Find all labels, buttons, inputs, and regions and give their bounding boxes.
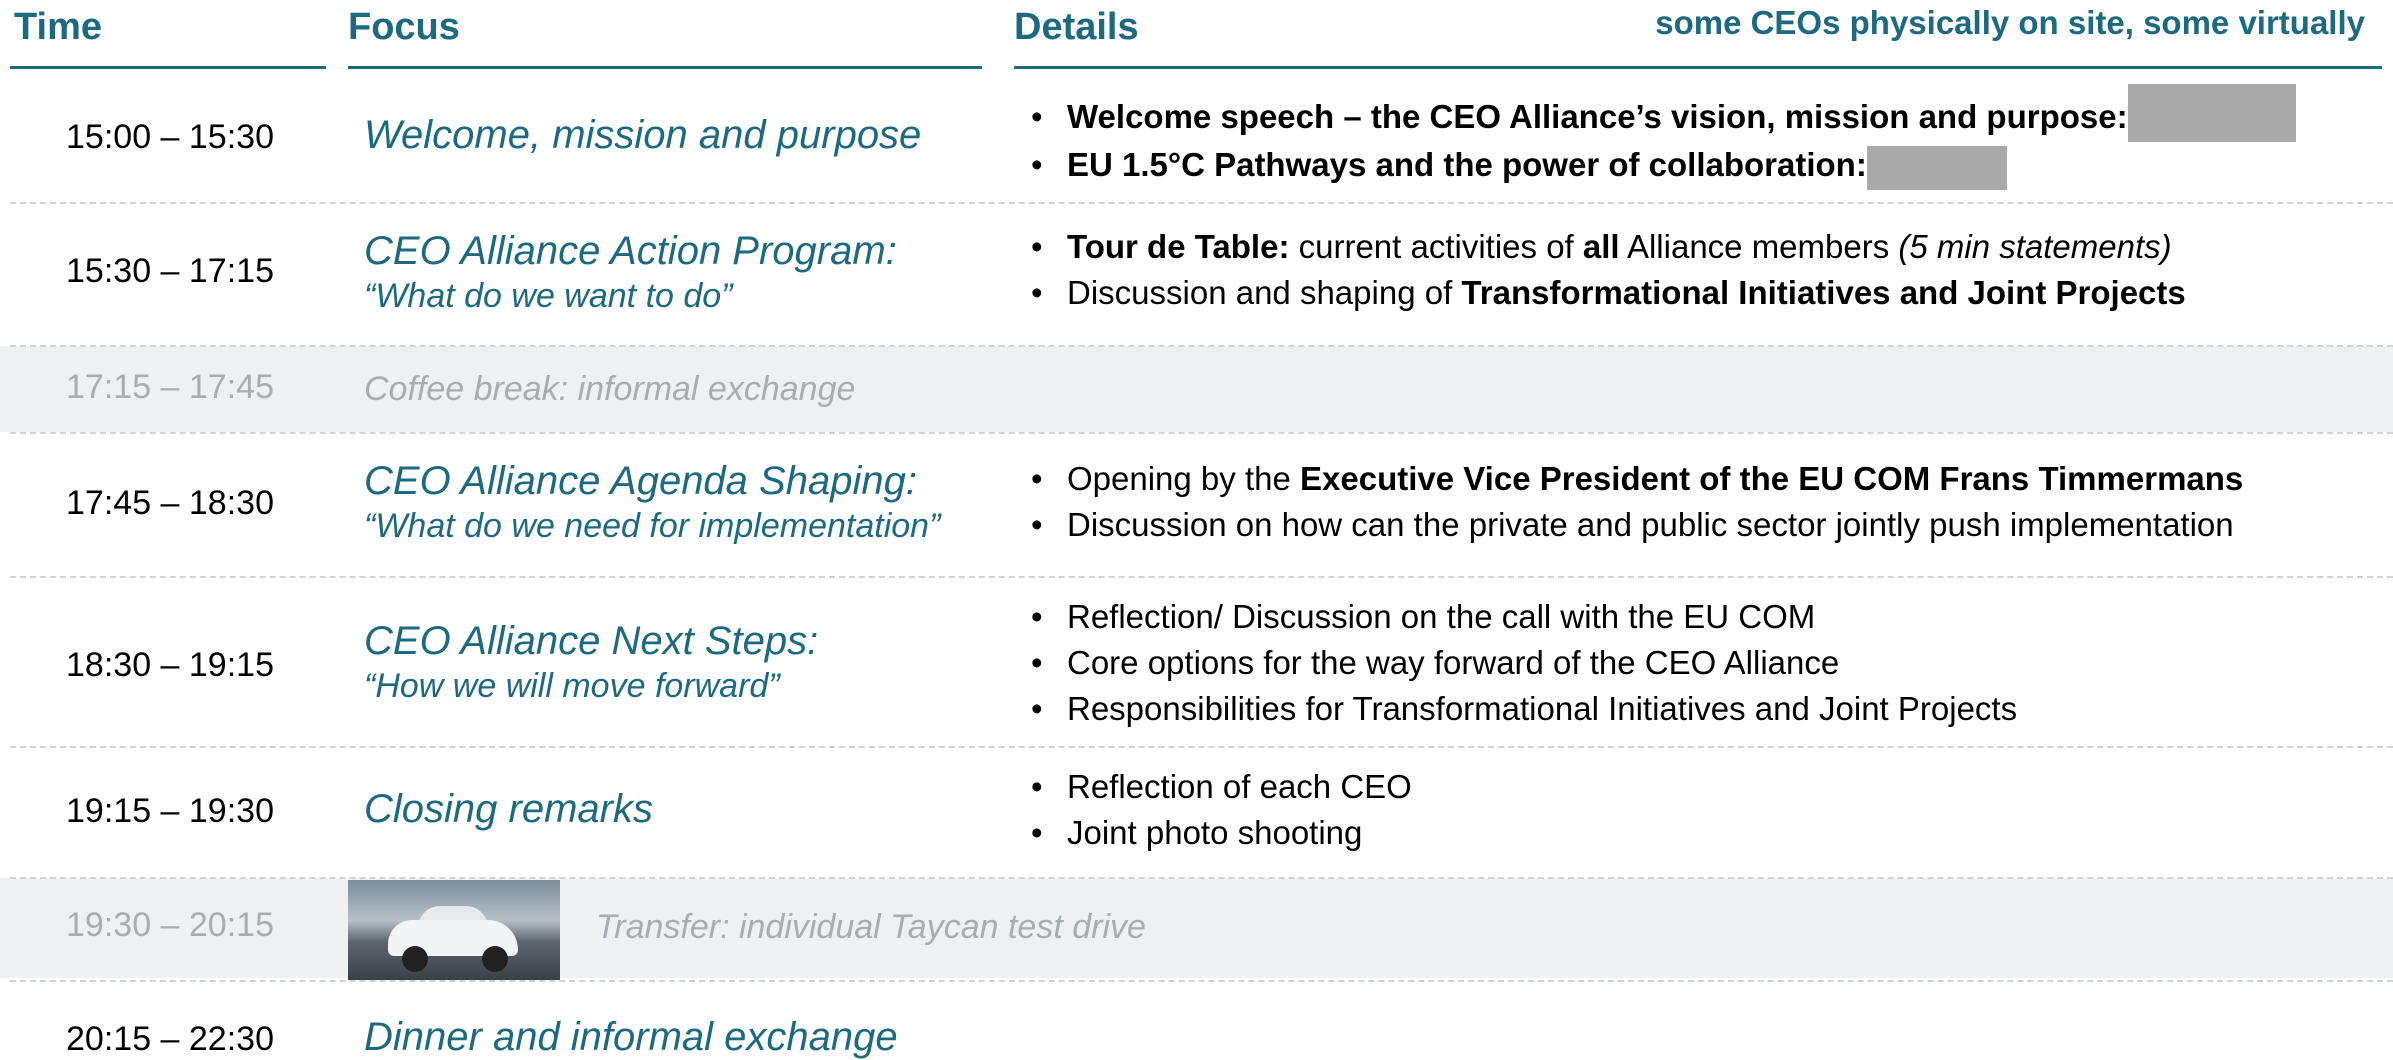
detail-text: Reflection of each CEO: [1067, 768, 1412, 805]
detail-text: Responsibilities for Transformational In…: [1067, 690, 2018, 727]
agenda-focus-title: CEO Alliance Action Program:: [364, 229, 897, 273]
detail-italic: (5 min statements): [1898, 228, 2172, 265]
detail-item: Core options for the way forward of the …: [1027, 640, 2017, 686]
agenda-focus-title: Welcome, mission and purpose: [364, 113, 922, 157]
detail-bold: Executive Vice President of the EU COM F…: [1300, 460, 2244, 497]
header-underline-details: [1014, 66, 2382, 69]
agenda-time: 18:30 – 19:15: [66, 646, 274, 684]
detail-item: Reflection/ Discussion on the call with …: [1027, 594, 2017, 640]
detail-item: Opening by the Executive Vice President …: [1027, 456, 2243, 502]
detail-item: Discussion on how can the private and pu…: [1027, 502, 2243, 548]
agenda-focus: Transfer: individual Taycan test drive: [596, 904, 1146, 950]
agenda-focus: Welcome, mission and purpose: [364, 112, 921, 158]
agenda-focus: CEO Alliance Action Program: “What do we…: [364, 228, 897, 318]
row-separator: [10, 432, 2393, 434]
agenda-time: 15:00 – 15:30: [66, 118, 274, 156]
redacted-name: [2127, 84, 2296, 143]
agenda-details: Opening by the Executive Vice President …: [1027, 456, 2243, 548]
detail-text: Discussion and shaping of: [1067, 274, 1462, 311]
agenda-focus-subtitle: “What do we want to do”: [364, 277, 733, 315]
agenda-focus-title: Closing remarks: [364, 787, 653, 831]
agenda-focus-title: Transfer: individual Taycan test drive: [596, 908, 1146, 946]
column-header-details: Details: [1014, 6, 1139, 48]
agenda-focus-title: Coffee break: informal exchange: [364, 370, 856, 408]
detail-item: Reflection of each CEO: [1027, 764, 1412, 810]
agenda-time: 15:30 – 17:15: [66, 252, 274, 290]
agenda-time: 17:15 – 17:45: [66, 368, 274, 406]
taycan-car-photo: [348, 880, 560, 980]
detail-text: Reflection/ Discussion on the call with …: [1067, 598, 1816, 635]
agenda-time: 17:45 – 18:30: [66, 484, 274, 522]
detail-text: Discussion on how can the private and pu…: [1067, 506, 2234, 543]
detail-bold: Tour de Table:: [1067, 228, 1290, 265]
agenda-focus-subtitle: “What do we need for implementation”: [364, 507, 941, 545]
column-header-time: Time: [14, 6, 103, 48]
agenda-focus: CEO Alliance Next Steps: “How we will mo…: [364, 618, 818, 708]
detail-item: Joint photo shooting: [1027, 810, 1412, 856]
coffee-break-row: [0, 346, 2393, 432]
agenda-time: 19:30 – 20:15: [66, 906, 274, 944]
detail-text: Alliance members: [1619, 228, 1899, 265]
row-separator: [10, 345, 2393, 347]
agenda-details: Tour de Table: current activities of all…: [1027, 224, 2186, 316]
agenda-focus-title: CEO Alliance Agenda Shaping:: [364, 459, 917, 503]
row-separator: [10, 980, 2393, 982]
row-separator: [10, 202, 2393, 204]
agenda-details: Reflection of each CEO Joint photo shoot…: [1027, 764, 1412, 856]
detail-item: Responsibilities for Transformational In…: [1027, 686, 2017, 732]
detail-item: Tour de Table: current activities of all…: [1027, 224, 2186, 270]
detail-bold: EU 1.5°C Pathways and the power of colla…: [1067, 146, 1867, 184]
row-separator: [10, 877, 2393, 879]
agenda-focus-title: Dinner and informal exchange: [364, 1015, 898, 1059]
header-underline-focus: [348, 66, 982, 69]
agenda-time: 20:15 – 22:30: [66, 1020, 274, 1058]
agenda-details: Welcome speech – the CEO Alliance’s visi…: [1027, 84, 2296, 190]
agenda-details: Reflection/ Discussion on the call with …: [1027, 594, 2017, 732]
detail-item: Discussion and shaping of Transformation…: [1027, 270, 2186, 316]
detail-text: Opening by the: [1067, 460, 1300, 497]
row-separator: [10, 746, 2393, 748]
detail-text: current activities of: [1289, 228, 1583, 265]
attendance-note: some CEOs physically on site, some virtu…: [1655, 4, 2365, 41]
detail-item: EU 1.5°C Pathways and the power of colla…: [1027, 142, 2296, 190]
detail-item: Welcome speech – the CEO Alliance’s visi…: [1027, 84, 2296, 143]
header-underline-time: [10, 66, 326, 69]
row-separator: [10, 576, 2393, 578]
column-header-focus: Focus: [348, 6, 460, 48]
agenda-focus: Dinner and informal exchange: [364, 1014, 898, 1060]
agenda-focus-title: CEO Alliance Next Steps:: [364, 619, 819, 663]
detail-bold: all: [1582, 228, 1620, 265]
agenda-focus: Coffee break: informal exchange: [364, 366, 855, 412]
agenda-focus-subtitle: “How we will move forward”: [364, 667, 780, 705]
agenda-focus: Closing remarks: [364, 786, 653, 832]
detail-text: Joint photo shooting: [1067, 814, 1363, 851]
redacted-name: [1866, 145, 2007, 190]
detail-text: Core options for the way forward of the …: [1067, 644, 1840, 681]
detail-bold: Welcome speech – the CEO Alliance’s visi…: [1067, 98, 2128, 135]
agenda-time: 19:15 – 19:30: [66, 792, 274, 830]
detail-bold: Transformational Initiatives and Joint P…: [1461, 274, 2186, 311]
agenda-focus: CEO Alliance Agenda Shaping: “What do we…: [364, 458, 940, 548]
